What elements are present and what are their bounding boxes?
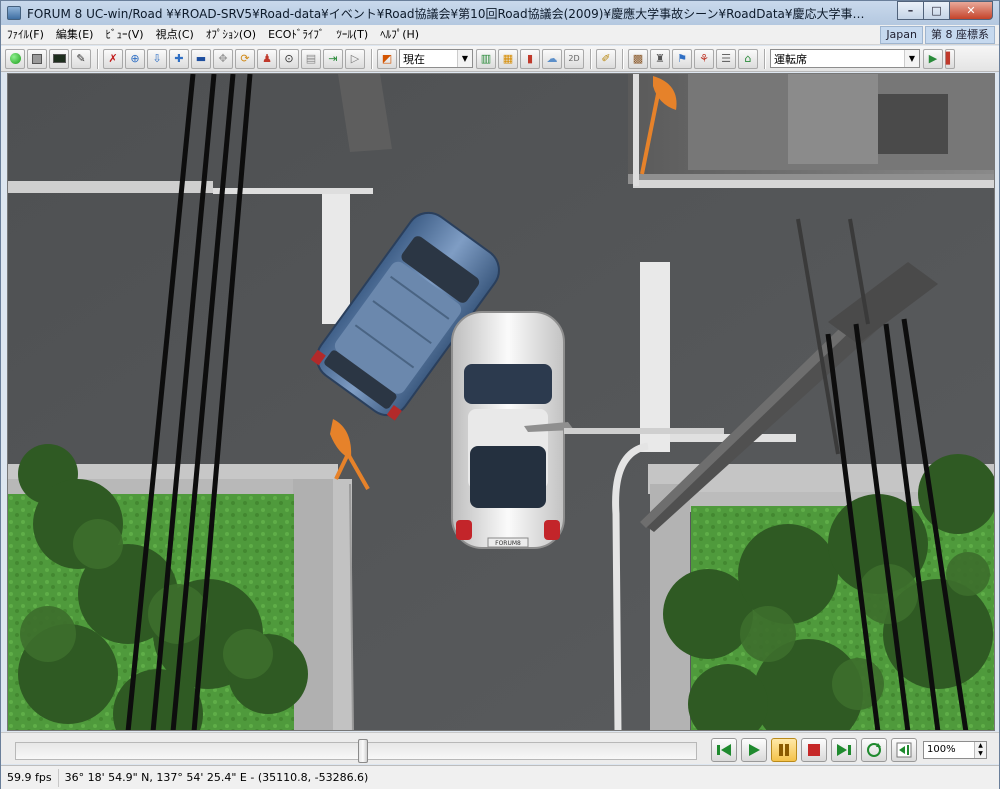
lane-line [633, 74, 639, 186]
menu-file[interactable]: ﾌｧｲﾙ(F) [1, 25, 50, 45]
pause-icon [779, 744, 789, 756]
playback-bar: 100% ▲ ▼ [1, 732, 999, 764]
step-forward-icon [837, 744, 851, 756]
rotate-icon[interactable]: ⟳ [235, 48, 255, 69]
license-plate: FORUM8 [495, 540, 521, 547]
go-icon[interactable]: ▶ [923, 48, 943, 69]
region-indicator[interactable]: Japan [880, 26, 923, 44]
bar-chart-icon[interactable]: ▥ [476, 48, 496, 69]
export-button[interactable] [891, 738, 917, 762]
time-of-day-select[interactable]: 現在 ▼ [399, 49, 473, 68]
main-toolbar: ✎ ✗ ⊕ ⇩ ✚ ▬ ✥ ⟳ ♟ ⊙ ▤ ⇥ ▷ ◩ 現在 ▼ ▥ ▦ ▮ ☁ … [1, 46, 999, 72]
arrow-down-icon[interactable]: ⇩ [147, 48, 167, 69]
play-button[interactable] [741, 738, 767, 762]
vehicle-icon[interactable]: ⚘ [694, 48, 714, 69]
minimize-button[interactable]: – [897, 1, 924, 20]
play-icon [749, 744, 760, 756]
pause-button[interactable] [771, 738, 797, 762]
target-icon[interactable]: ⊙ [279, 48, 299, 69]
window-title: FORUM 8 UC-win/Road ¥¥ROAD-SRV5¥Road-dat… [27, 6, 867, 21]
step-back-icon [717, 744, 731, 756]
stop-line [213, 188, 373, 194]
spin-updown-icon[interactable]: ▲ ▼ [974, 742, 986, 758]
step-forward-button[interactable] [831, 738, 857, 762]
time-of-day-value: 現在 [403, 52, 425, 66]
list-icon[interactable]: ☰ [716, 48, 736, 69]
close-button[interactable]: ✕ [949, 1, 993, 20]
chevron-down-icon: ▼ [904, 50, 919, 67]
app-icon [7, 6, 21, 20]
label-2d-icon[interactable]: 2D [564, 48, 584, 69]
play-script-icon[interactable]: ▷ [345, 48, 365, 69]
stop-square-icon[interactable] [27, 48, 47, 69]
timeline-slider-thumb[interactable] [357, 739, 368, 763]
viewpoint-value: 運転席 [774, 52, 807, 66]
lights-icon[interactable]: ◩ [377, 48, 397, 69]
zoom-input[interactable]: 100% ▲ ▼ [923, 741, 987, 759]
stop-icon [808, 744, 820, 756]
zoom-value: 100% [927, 744, 956, 755]
menu-view[interactable]: ﾋﾞｭｰ(V) [99, 25, 149, 45]
3d-viewport[interactable]: FORUM8 [7, 73, 995, 731]
end-icon[interactable]: ▌ [945, 48, 955, 69]
sign-icon[interactable]: ♜ [650, 48, 670, 69]
plus-move-icon[interactable]: ✚ [169, 48, 189, 69]
terminal-icon[interactable] [49, 48, 69, 69]
stop-button[interactable] [801, 738, 827, 762]
record-icon[interactable]: ⇥ [323, 48, 343, 69]
green-circle-icon[interactable] [5, 48, 25, 69]
route-icon[interactable]: ⌂ [738, 48, 758, 69]
step-back-button[interactable] [711, 738, 737, 762]
building [628, 74, 994, 184]
position-readout: 36° 18' 54.9" N, 137° 54' 25.4" E - (351… [64, 770, 369, 784]
person-icon[interactable]: ♟ [257, 48, 277, 69]
car-icon[interactable]: ▬ [191, 48, 211, 69]
lane-marking [640, 262, 670, 452]
scene-render: FORUM8 [8, 74, 994, 730]
maximize-button[interactable]: □ [923, 1, 950, 20]
timeline-slider[interactable] [15, 742, 697, 760]
chevron-down-icon: ▼ [457, 50, 472, 67]
coord-system-indicator[interactable]: 第 8 座標系 [925, 26, 995, 44]
cloud-icon[interactable]: ☁ [542, 48, 562, 69]
title-bar[interactable]: FORUM 8 UC-win/Road ¥¥ROAD-SRV5¥Road-dat… [1, 1, 999, 25]
lane-marking [322, 194, 350, 324]
map-icon[interactable]: ▩ [628, 48, 648, 69]
traffic-icon[interactable]: ▦ [498, 48, 518, 69]
menu-tools[interactable]: ﾂｰﾙ(T) [330, 25, 374, 45]
zoom-fit-icon[interactable]: ⊕ [125, 48, 145, 69]
menu-options[interactable]: ｵﾌﾟｼｮﾝ(O) [200, 25, 262, 45]
menu-camera[interactable]: 視点(C) [150, 25, 200, 45]
panel-icon[interactable]: ▤ [301, 48, 321, 69]
viewpoint-select[interactable]: 運転席 ▼ [770, 49, 920, 68]
application-window: FORUM 8 UC-win/Road ¥¥ROAD-SRV5¥Road-dat… [0, 0, 1000, 789]
cross-tool-icon[interactable]: ✗ [103, 48, 123, 69]
pencil-icon[interactable]: ✐ [596, 48, 616, 69]
light-bulb-icon[interactable]: ▮ [520, 48, 540, 69]
fps-readout: 59.9 fps [1, 768, 59, 787]
curb [633, 180, 994, 188]
menu-eco-drive[interactable]: ECOﾄﾞﾗｲﾌﾞ [262, 25, 330, 45]
status-bar: 59.9 fps 36° 18' 54.9" N, 137° 54' 25.4"… [1, 765, 999, 789]
menu-edit[interactable]: 編集(E) [50, 25, 100, 45]
signal-icon[interactable]: ⚑ [672, 48, 692, 69]
export-icon [896, 742, 912, 758]
menu-help[interactable]: ﾍﾙﾌﾟ(H) [374, 25, 425, 45]
pan-icon[interactable]: ✥ [213, 48, 233, 69]
menu-bar: ﾌｧｲﾙ(F) 編集(E) ﾋﾞｭｰ(V) 視点(C) ｵﾌﾟｼｮﾝ(O) EC… [1, 25, 999, 45]
loop-button[interactable] [861, 738, 887, 762]
edit-doc-icon[interactable]: ✎ [71, 48, 91, 69]
loop-icon [867, 743, 881, 757]
